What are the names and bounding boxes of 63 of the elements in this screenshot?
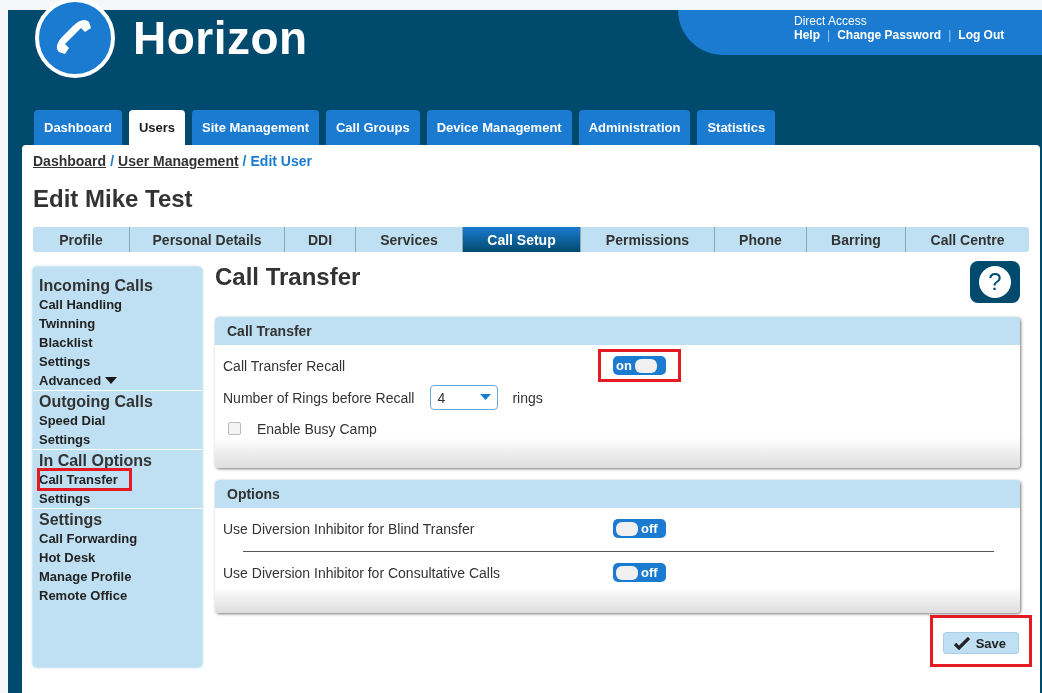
breadcrumb-separator: / xyxy=(110,153,114,169)
toggle-switch[interactable]: off xyxy=(613,519,666,538)
checkbox-label: Enable Busy Camp xyxy=(257,420,377,437)
sidebar-item[interactable]: Manage Profile xyxy=(39,567,132,586)
panel-title: Call Transfer xyxy=(227,323,312,339)
sub-tab[interactable]: Permissions xyxy=(581,227,715,252)
sidebar-item[interactable]: Advanced xyxy=(39,371,102,390)
main-tab[interactable]: Dashboard xyxy=(34,110,122,145)
sidebar-item[interactable]: Twinning xyxy=(39,314,96,333)
sub-tab[interactable]: Profile xyxy=(33,227,130,252)
help-button[interactable]: ? xyxy=(970,261,1020,303)
main-tab[interactable]: Device Management xyxy=(426,110,572,145)
checkbox[interactable] xyxy=(228,422,241,435)
sub-tab[interactable]: DDI xyxy=(285,227,356,252)
sub-tab[interactable]: Phone xyxy=(715,227,807,252)
sidebar-item[interactable]: Settings xyxy=(39,489,91,508)
link-separator: | xyxy=(948,28,952,42)
checkmark-icon xyxy=(953,636,970,650)
main-tab[interactable]: Administration xyxy=(578,110,691,145)
page-title: Edit Mike Test xyxy=(33,185,194,213)
caret-icon xyxy=(480,394,492,401)
link-separator: | xyxy=(827,28,831,42)
sidebar-heading: Settings xyxy=(39,511,104,529)
sidebar-item[interactable]: Settings xyxy=(39,430,91,449)
section-title: Call Transfer xyxy=(215,263,361,291)
account-label: Direct Access xyxy=(794,14,867,28)
main-tab[interactable]: Site Management xyxy=(192,110,319,145)
breadcrumb-separator: / xyxy=(242,153,247,169)
sub-tab[interactable]: Barring xyxy=(807,227,906,252)
sidebar-item[interactable]: Call Transfer xyxy=(39,470,130,489)
toggle-switch[interactable]: off xyxy=(613,563,666,582)
setting-label: Use Diversion Inhibitor for Blind Transfer xyxy=(223,520,476,537)
main-tab[interactable]: Call Groups xyxy=(325,110,420,145)
breadcrumb-link[interactable]: Dashboard xyxy=(33,153,107,169)
sidebar-item[interactable]: Call Handling xyxy=(39,295,123,314)
sub-tab[interactable]: Personal Details xyxy=(130,227,285,252)
panel-title: Options xyxy=(227,486,280,502)
header-link[interactable]: Help xyxy=(794,28,820,42)
breadcrumb-link[interactable]: User Management xyxy=(118,153,239,169)
setting-label: Use Diversion Inhibitor for Consultative Calls xyxy=(223,564,501,581)
setting-label: Number of Rings before Recall xyxy=(223,389,415,406)
sidebar-heading: Incoming Calls xyxy=(39,277,154,295)
sidebar-item[interactable]: Blacklist xyxy=(39,333,93,352)
sidebar-item[interactable]: Speed Dial xyxy=(39,411,106,430)
breadcrumb-link[interactable]: Edit User xyxy=(250,153,312,169)
sidebar-item[interactable]: Call Forwarding xyxy=(39,529,138,548)
main-tab[interactable]: Users xyxy=(128,110,186,145)
sidebar-heading: In Call Options xyxy=(39,452,153,470)
main-tab[interactable]: Statistics xyxy=(697,110,776,145)
rings-dropdown[interactable]: 4 xyxy=(430,385,499,410)
sidebar-item[interactable]: Hot Desk xyxy=(39,548,96,567)
sub-tab[interactable]: Call Setup xyxy=(463,227,581,252)
header-link[interactable]: Log Out xyxy=(958,28,1005,42)
sidebar-item[interactable]: Settings xyxy=(39,352,91,371)
logo-text: Horizon xyxy=(133,11,308,65)
sidebar-heading: Outgoing Calls xyxy=(39,393,154,411)
toggle-switch[interactable]: on xyxy=(613,356,666,375)
unit-label: rings xyxy=(512,389,543,406)
sub-tab[interactable]: Call Centre xyxy=(906,227,1029,252)
save-button[interactable]: Save xyxy=(942,632,1019,654)
setting-label: Call Transfer Recall xyxy=(223,357,347,374)
header-link[interactable]: Change Password xyxy=(837,28,942,42)
sidebar-item[interactable]: Remote Office xyxy=(39,586,128,605)
